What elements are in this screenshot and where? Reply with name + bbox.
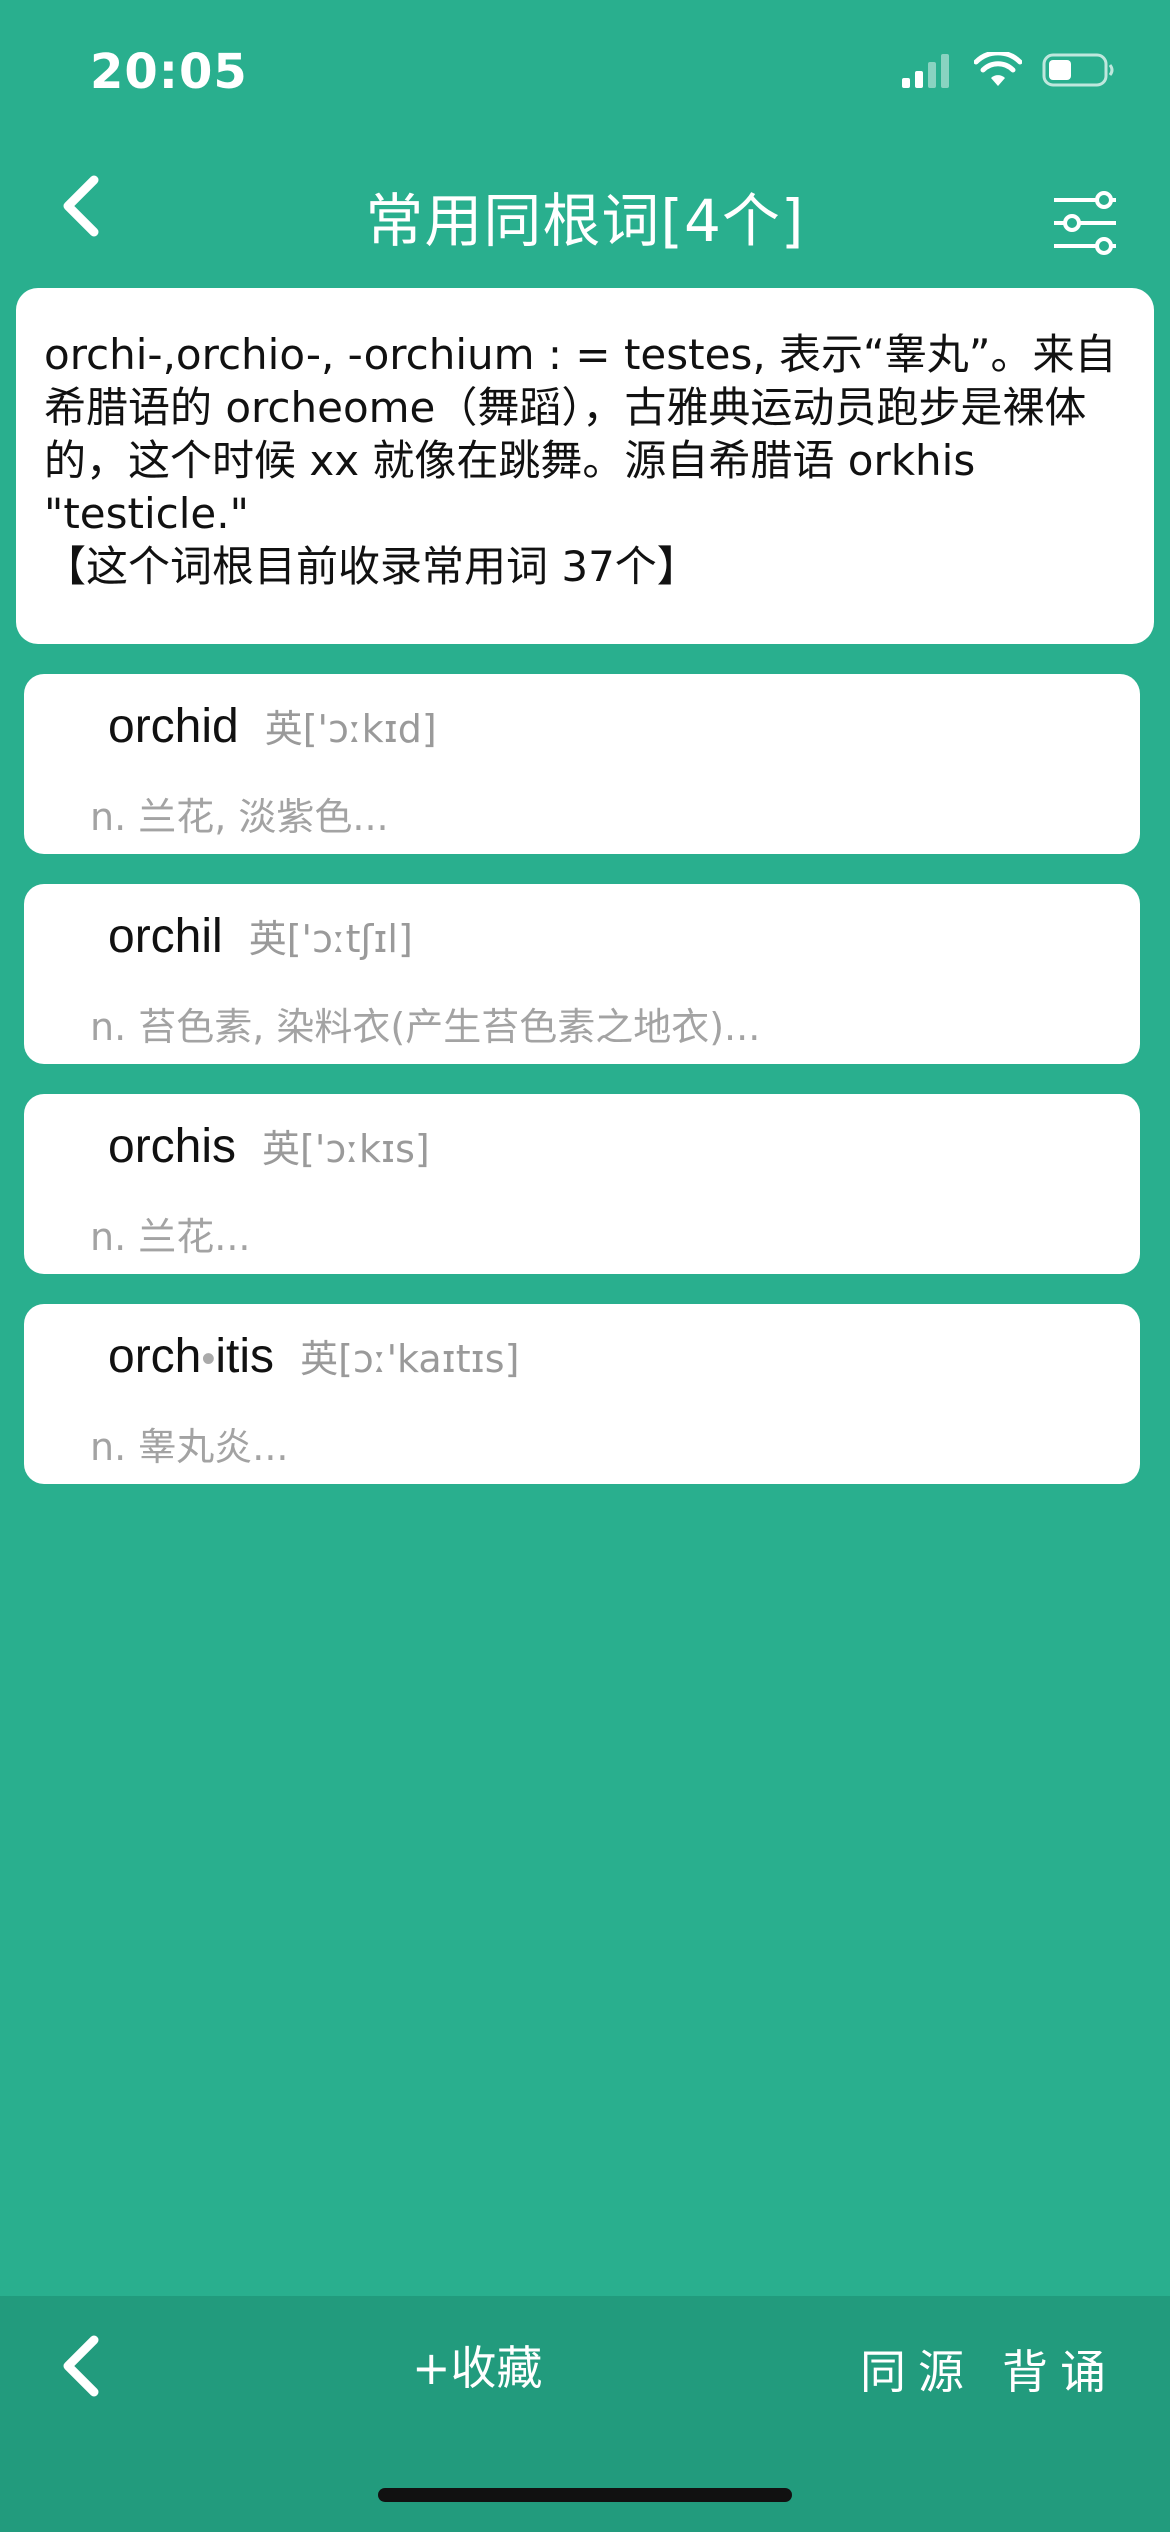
cellular-signal-icon bbox=[902, 52, 954, 92]
word-head: orch•itis 英[ɔː'kaɪtɪs] bbox=[108, 1328, 519, 1384]
battery-icon bbox=[1042, 52, 1116, 92]
word-definition: n. 兰花... bbox=[90, 1215, 251, 1259]
status-time: 20:05 bbox=[90, 44, 248, 100]
word-card-orchid[interactable]: orchid 英['ɔːkɪd] n. 兰花, 淡紫色... bbox=[24, 674, 1140, 854]
word-head: orchil 英['ɔːtʃɪl] bbox=[108, 908, 413, 964]
word-head: orchid 英['ɔːkɪd] bbox=[108, 698, 437, 754]
word-text: orchid bbox=[108, 700, 239, 753]
navigation-header: 常用同根词[4个] bbox=[0, 150, 1170, 270]
word-card-orchitis[interactable]: orch•itis 英[ɔː'kaɪtɪs] n. 睾丸炎... bbox=[24, 1304, 1140, 1484]
collect-button[interactable]: +收藏 bbox=[412, 2332, 543, 2398]
word-list: orchid 英['ɔːkɪd] n. 兰花, 淡紫色... orchil 英[… bbox=[24, 674, 1140, 1514]
wifi-icon bbox=[973, 50, 1023, 92]
word-card-orchil[interactable]: orchil 英['ɔːtʃɪl] n. 苔色素, 染料衣(产生苔色素之地衣).… bbox=[24, 884, 1140, 1064]
root-description-card: orchi-,orchio-, -orchium : = testes, 表示“… bbox=[16, 288, 1154, 644]
recite-button[interactable]: 背诵 bbox=[1002, 2336, 1118, 2402]
filter-button[interactable] bbox=[1050, 190, 1120, 260]
word-card-orchis[interactable]: orchis 英['ɔːkɪs] n. 兰花... bbox=[24, 1094, 1140, 1274]
root-description: orchi-,orchio-, -orchium : = testes, 表示“… bbox=[44, 330, 1117, 591]
word-phonetic: 英[ɔː'kaɪtɪs] bbox=[300, 1337, 520, 1381]
word-phonetic: 英['ɔːtʃɪl] bbox=[248, 917, 413, 961]
word-text: orch•itis bbox=[108, 1329, 274, 1384]
word-phonetic: 英['ɔːkɪs] bbox=[262, 1127, 430, 1171]
word-syllable-1: orch bbox=[108, 1330, 202, 1383]
syllable-dot: • bbox=[201, 1337, 216, 1381]
word-text: orchis bbox=[108, 1120, 237, 1173]
chevron-left-icon bbox=[58, 2334, 102, 2402]
page-title: 常用同根词[4个] bbox=[365, 187, 805, 255]
word-definition: n. 睾丸炎... bbox=[90, 1425, 289, 1469]
word-definition: n. 兰花, 淡紫色... bbox=[90, 795, 389, 839]
status-bar: 20:05 bbox=[0, 0, 1170, 140]
word-definition: n. 苔色素, 染料衣(产生苔色素之地衣)... bbox=[90, 1005, 761, 1049]
word-head: orchis 英['ɔːkɪs] bbox=[108, 1118, 430, 1174]
same-source-button[interactable]: 同源 bbox=[860, 2336, 976, 2402]
word-text: orchil bbox=[108, 910, 223, 963]
word-phonetic: 英['ɔːkɪd] bbox=[264, 707, 437, 751]
sliders-icon bbox=[1050, 191, 1120, 260]
word-syllable-2: itis bbox=[215, 1330, 275, 1383]
home-indicator bbox=[378, 2488, 792, 2502]
bottom-back-button[interactable] bbox=[50, 2328, 110, 2408]
status-icons bbox=[902, 50, 1116, 92]
